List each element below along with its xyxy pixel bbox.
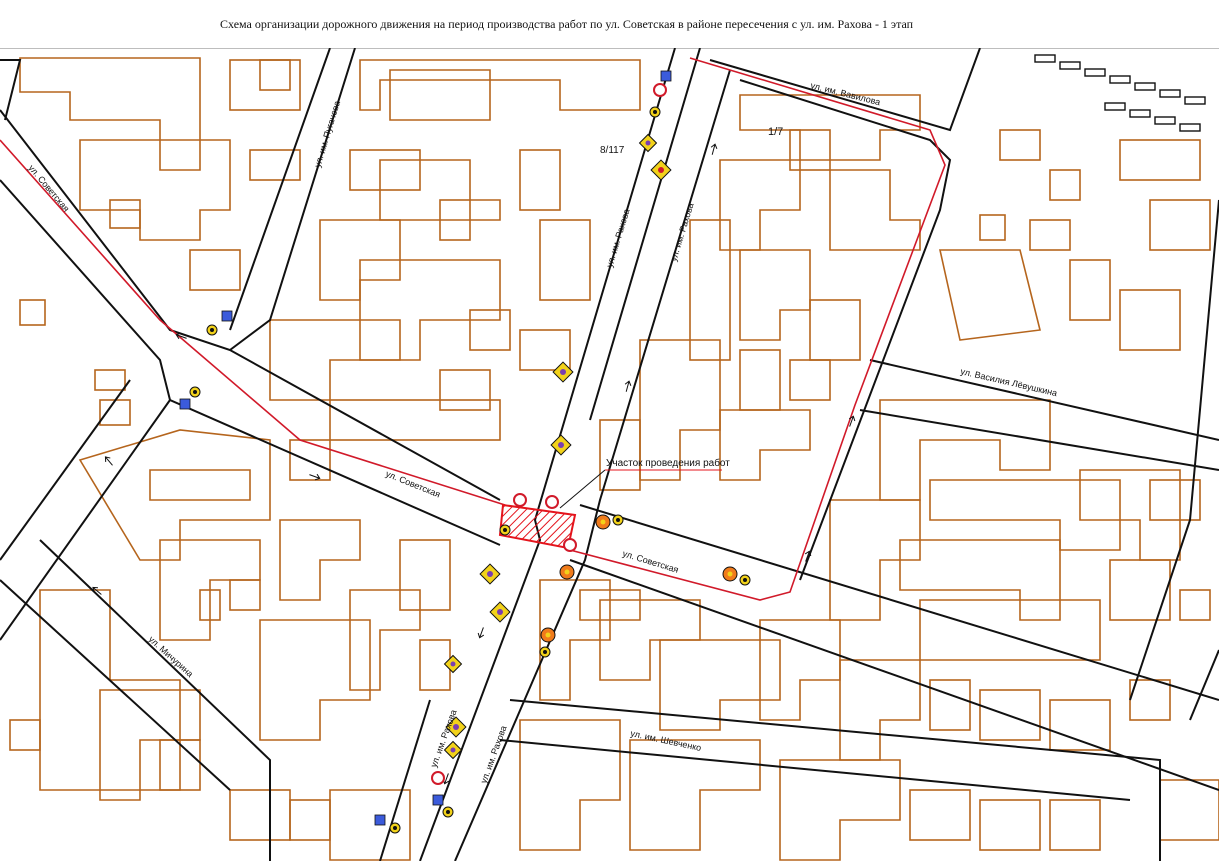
barrier-lamp-icon <box>722 566 738 582</box>
barrier-lamp-icon <box>389 822 401 834</box>
barrier-lamp-icon <box>612 514 624 526</box>
street-label: ул. им. Рахова <box>428 708 458 768</box>
work-zone[interactable]: Участок проведения работ <box>498 457 730 550</box>
barrier-lamp-icon <box>563 538 577 552</box>
title-bar: Схема организации дорожного движения на … <box>0 0 1219 49</box>
parking-strip <box>1034 54 1206 132</box>
barrier-lamp-icon <box>513 493 527 507</box>
detour-arrow-icon <box>104 456 113 466</box>
building-number: 8/117 <box>600 145 625 156</box>
barrier-lamp-icon <box>559 564 575 580</box>
road-work-sign-icon <box>650 159 672 181</box>
street-label: ул. им. Рахова <box>478 724 508 784</box>
barrier-lamp-icon <box>189 386 201 398</box>
detour-arrow-icon <box>624 380 632 392</box>
scheme-title: Схема организации дорожного движения на … <box>220 17 914 31</box>
traffic-scheme-map[interactable]: Участок проведения работ ул. Советская у… <box>0 48 1219 861</box>
barrier-lamp-icon <box>545 495 559 509</box>
street-label: ул. им. Вавилова <box>810 80 882 107</box>
barrier-lamp-icon <box>739 574 751 586</box>
detour-arrows <box>92 143 856 785</box>
direction-sign-icon <box>660 70 672 82</box>
building-number: 1/7 <box>768 126 783 138</box>
detour-arrow-icon <box>477 627 485 639</box>
road-work-sign-icon <box>550 434 572 456</box>
street-label: ул. Советская <box>26 163 71 214</box>
street-label: ул. Советская <box>384 469 442 500</box>
road-work-sign-icon <box>479 563 501 585</box>
direction-sign-icon <box>221 310 233 322</box>
road-work-sign-icon <box>443 654 463 674</box>
direction-sign-icon <box>179 398 191 410</box>
barrier-lamp-icon <box>540 627 556 643</box>
barrier-lamp-icon <box>595 514 611 530</box>
street-label: ул. им. Пугачева <box>312 100 342 169</box>
traffic-signs[interactable] <box>179 70 751 834</box>
barrier-lamp-icon <box>499 524 511 536</box>
street-label: ул. им. Рахова <box>604 208 631 269</box>
no-entry-sign-icon <box>431 771 445 785</box>
barrier-lamp-icon <box>206 324 218 336</box>
barrier-lamp-icon <box>539 646 551 658</box>
detour-arrow-icon <box>710 143 718 155</box>
direction-sign-icon <box>432 794 444 806</box>
work-zone-label: Участок проведения работ <box>606 457 730 469</box>
street-label: ул. Василия Лёвушкина <box>960 366 1059 398</box>
street-label: ул. Мичурина <box>147 634 195 679</box>
road-work-sign-icon <box>638 133 658 153</box>
direction-sign-icon <box>374 814 386 826</box>
barrier-lamp-icon <box>649 106 661 118</box>
no-entry-sign-icon <box>653 83 667 97</box>
barrier-lamp-icon <box>442 806 454 818</box>
street-label: ул. им. Рахова <box>668 202 695 263</box>
road-work-sign-icon <box>489 601 511 623</box>
